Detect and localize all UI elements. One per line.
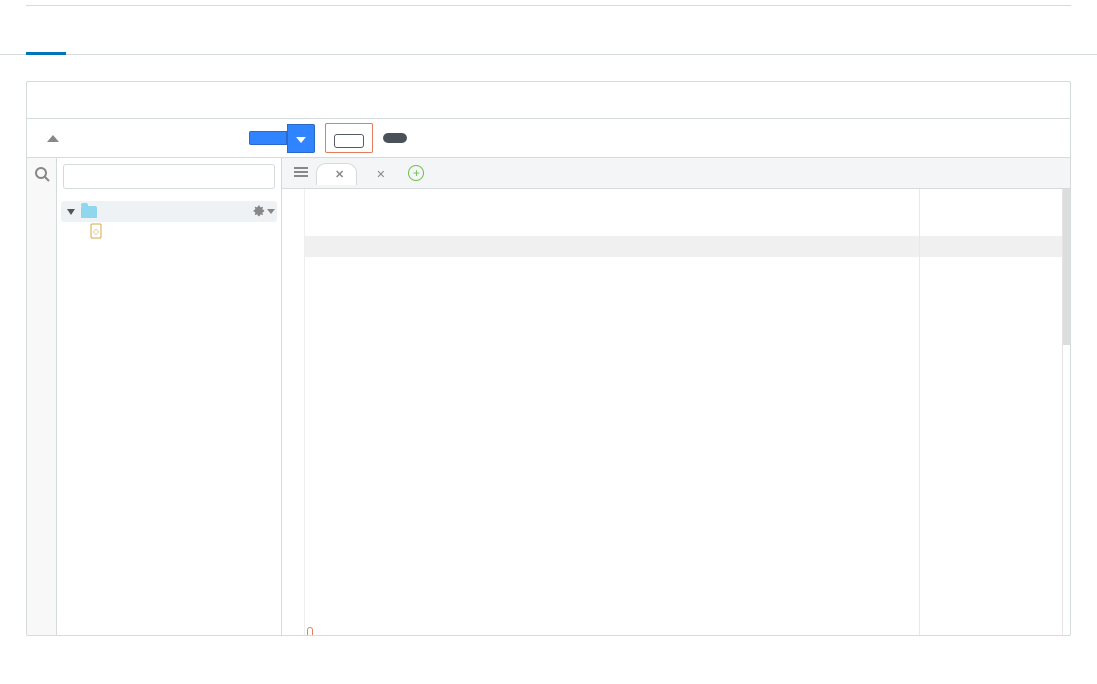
chevron-down-icon xyxy=(296,137,306,143)
search-icon[interactable] xyxy=(32,164,52,184)
tab-configuration[interactable] xyxy=(173,34,213,54)
tree-folder[interactable] xyxy=(61,201,277,222)
top-divider xyxy=(26,0,1071,6)
tree-settings[interactable] xyxy=(251,203,275,220)
tab-monitor[interactable] xyxy=(124,34,164,54)
chevron-down-icon xyxy=(267,209,275,214)
tab-versions[interactable] xyxy=(271,34,311,54)
python-file-icon: ◇ xyxy=(89,224,105,238)
file-explorer: ◇ xyxy=(57,158,282,635)
tab-list-icon[interactable] xyxy=(286,165,316,181)
menu-tools[interactable] xyxy=(169,132,189,144)
tab-test[interactable] xyxy=(75,34,115,54)
deploy-button[interactable] xyxy=(334,134,364,148)
menu-window[interactable] xyxy=(189,132,209,144)
code-column: ✕ ✕ + xyxy=(282,158,1070,635)
environment-rail xyxy=(27,158,57,635)
minimap[interactable] xyxy=(1062,189,1070,635)
code-content[interactable] xyxy=(305,189,1062,635)
current-line-highlight xyxy=(305,236,1062,257)
file-tree: ◇ xyxy=(57,195,281,246)
menu-go[interactable] xyxy=(149,132,169,144)
tab-aliases[interactable] xyxy=(222,34,262,54)
line-gutter xyxy=(282,189,305,635)
collapse-icon[interactable] xyxy=(47,135,59,142)
menu-find[interactable] xyxy=(109,132,129,144)
chevron-down-icon xyxy=(67,209,75,215)
editor-tab-bar: ✕ ✕ + xyxy=(282,158,1070,188)
add-tab-button[interactable]: + xyxy=(408,165,424,181)
highlighted-s3-path xyxy=(307,627,313,635)
menu-view[interactable] xyxy=(129,132,149,144)
close-icon[interactable]: ✕ xyxy=(335,168,344,181)
deploy-highlight xyxy=(325,123,373,153)
svg-text:◇: ◇ xyxy=(93,227,100,236)
close-icon[interactable]: ✕ xyxy=(376,168,385,181)
code-editor[interactable] xyxy=(282,188,1070,635)
code-source-panel: ◇ ✕ ✕ + xyxy=(26,81,1071,636)
menu-edit[interactable] xyxy=(89,132,109,144)
goto-anything-input[interactable] xyxy=(63,164,275,189)
editor-body: ◇ ✕ ✕ + xyxy=(27,157,1070,635)
editor-tab-lambda[interactable]: ✕ xyxy=(316,163,357,185)
editor-tab-env[interactable]: ✕ xyxy=(357,163,398,185)
main-nav-tabs xyxy=(0,34,1097,55)
test-button[interactable] xyxy=(249,131,287,145)
gear-icon xyxy=(251,203,265,220)
editor-toolbar xyxy=(27,118,1070,157)
panel-header xyxy=(27,82,1070,118)
tree-file[interactable]: ◇ xyxy=(61,222,277,240)
tab-code[interactable] xyxy=(26,34,66,54)
deploy-status-pill xyxy=(383,133,407,143)
test-dropdown[interactable] xyxy=(287,124,315,153)
menu-file[interactable] xyxy=(69,132,89,144)
folder-icon xyxy=(81,206,97,218)
